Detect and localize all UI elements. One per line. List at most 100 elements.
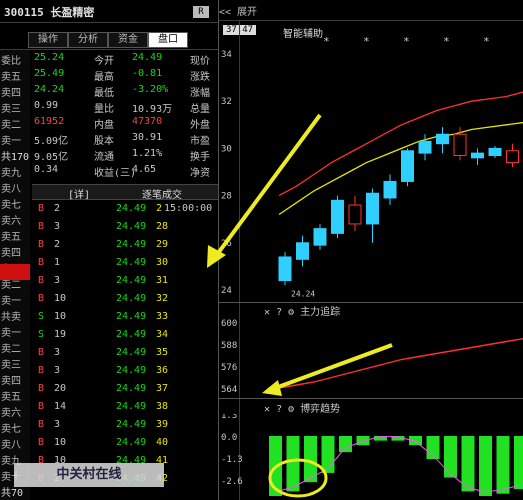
- rail-label: 卖一: [1, 136, 21, 147]
- trade-volume: 28: [156, 221, 169, 232]
- trade-row: B 3 24.49 28: [32, 221, 218, 237]
- tab-2[interactable]: 分析: [68, 32, 108, 48]
- trade-flag: B: [38, 401, 45, 412]
- trade-side-vol: 10: [54, 311, 67, 322]
- trade-flag: B: [38, 257, 45, 268]
- candle-body: [453, 133, 467, 156]
- price-chart[interactable]: 34 32 30 28 26 24 24.24: [219, 44, 523, 306]
- rail-label: 共170: [1, 152, 30, 163]
- trade-price: 24.49: [116, 419, 147, 430]
- r-badge[interactable]: R: [193, 6, 209, 18]
- game-trend-bar: [286, 436, 300, 492]
- help-icon[interactable]: ?: [276, 307, 282, 318]
- game-trend-chart[interactable]: 1.3 0.0 -1.3 -2.6: [219, 414, 523, 500]
- trade-side-vol: 14: [54, 401, 67, 412]
- trade-side-vol: 3: [54, 221, 61, 232]
- trade-flag: B: [38, 275, 45, 286]
- quote-label-1: 换手: [190, 152, 210, 163]
- trade-side-vol: 1: [54, 257, 61, 268]
- trades-header[interactable]: [详] 逐笔成交: [32, 184, 218, 201]
- rail-label: 卖二: [1, 344, 21, 355]
- main-force-chart[interactable]: 600 588 576 564: [219, 318, 523, 398]
- close-icon[interactable]: ✕: [264, 307, 270, 318]
- panel2-axis-label: 564: [221, 385, 237, 395]
- quote-label-1: 涨跌: [190, 72, 210, 83]
- candle-body: [366, 192, 379, 225]
- trade-flag: B: [38, 293, 45, 304]
- trades-tag[interactable]: [详]: [68, 186, 90, 201]
- trade-volume: 31: [156, 275, 169, 286]
- quote-value-1: 30.91: [132, 132, 163, 143]
- tab-0[interactable]: 盘口: [148, 32, 188, 48]
- trade-side-vol: 3: [54, 365, 61, 376]
- price-axis-label: 24: [221, 286, 232, 296]
- quote-label-1: 总量: [190, 104, 210, 115]
- trade-row: B 2 24.49 2 15:00:00: [32, 203, 218, 219]
- trade-row: S 19 24.49 34: [32, 329, 218, 345]
- trade-price: 24.49: [116, 437, 147, 448]
- quote-value-1: -3.20%: [132, 84, 169, 95]
- game-trend-bar: [321, 436, 335, 473]
- trade-price: 24.49: [116, 365, 147, 376]
- rail-label: 共卖: [1, 312, 21, 323]
- trade-price: 24.49: [116, 221, 147, 232]
- quote-label-2: 流通: [94, 152, 114, 163]
- game-trend-bar: [479, 436, 492, 496]
- candle-body: [418, 140, 432, 154]
- trade-volume: 38: [156, 401, 169, 412]
- quote-label-1: 涨幅: [190, 88, 210, 99]
- rail-label: 卖九: [1, 168, 21, 179]
- trade-volume: 32: [156, 293, 169, 304]
- trade-volume: 37: [156, 383, 169, 394]
- trade-time: 15:00:00: [164, 203, 213, 214]
- tab-bar: 操作 分析 资金 盘口: [28, 32, 188, 48]
- trade-flag: B: [38, 221, 45, 232]
- price-axis-label: 34: [221, 50, 232, 60]
- quote-label-1: 外盘: [190, 120, 210, 131]
- trade-row: B 10 24.49 40: [32, 437, 218, 453]
- rail-label: 卖四: [1, 88, 21, 99]
- chart-assist-label[interactable]: 智能辅助: [283, 25, 323, 40]
- current-price-marker: [0, 264, 30, 280]
- candle-body: [488, 147, 502, 156]
- gear-icon[interactable]: ⚙: [288, 307, 294, 318]
- trade-row: B 1 24.49 30: [32, 257, 218, 273]
- panel2-axis-label: 600: [221, 319, 237, 329]
- tab-1[interactable]: 资金: [108, 32, 148, 48]
- trade-volume: 36: [156, 365, 169, 376]
- order-book-rail: 委比卖五卖四卖三卖二卖一共170卖九卖八卖七卖六卖五卖四卖三卖二卖一共卖卖一卖二…: [0, 50, 30, 500]
- trades-list[interactable]: B 2 24.49 2 15:00:00 B 3 24.49 28 B 2 24.49 29 B 1 24.4…: [32, 203, 218, 500]
- candle-body: [278, 256, 292, 282]
- rail-label: 卖七: [1, 424, 21, 435]
- tab-3[interactable]: 操作: [28, 32, 68, 48]
- quote-value-2: 24.24: [34, 84, 65, 95]
- game-trend-bar: [444, 436, 457, 478]
- quote-value-2: 0.99: [34, 100, 59, 111]
- trade-price: 24.49: [116, 239, 147, 250]
- trade-flag: B: [38, 347, 45, 358]
- rail-label: 卖三: [1, 360, 21, 371]
- collapse-button[interactable]: << 展开: [219, 3, 257, 18]
- quote-label-1: 市盈: [190, 136, 210, 147]
- trade-price: 24.49: [116, 347, 147, 358]
- rail-label: 卖二: [1, 120, 21, 131]
- trade-volume: 35: [156, 347, 169, 358]
- trade-side-vol: 2: [54, 203, 61, 214]
- quote-label-2: 股本: [94, 136, 114, 147]
- trade-price: 24.49: [116, 293, 147, 304]
- trade-side-vol: 10: [54, 437, 67, 448]
- rail-label: 卖七: [1, 200, 21, 211]
- candle-body: [401, 150, 414, 182]
- quote-label-2: 今开: [94, 56, 114, 67]
- trade-side-vol: 2: [54, 239, 61, 250]
- trade-side-vol: 20: [54, 383, 67, 394]
- candle-body: [313, 228, 327, 246]
- rail-label: 卖四: [1, 376, 21, 387]
- quote-value-1: 1.21%: [132, 148, 163, 159]
- quote-label-2: 内盘: [94, 120, 114, 131]
- chart-panel: << 展开 37.47 智能辅助 ****** 34323028262424.2…: [219, 0, 523, 500]
- quote-value-1: 24.49: [132, 52, 163, 63]
- game-trend-bar: [339, 436, 352, 453]
- trade-flag: B: [38, 419, 45, 430]
- price-axis-label: 26: [221, 239, 232, 249]
